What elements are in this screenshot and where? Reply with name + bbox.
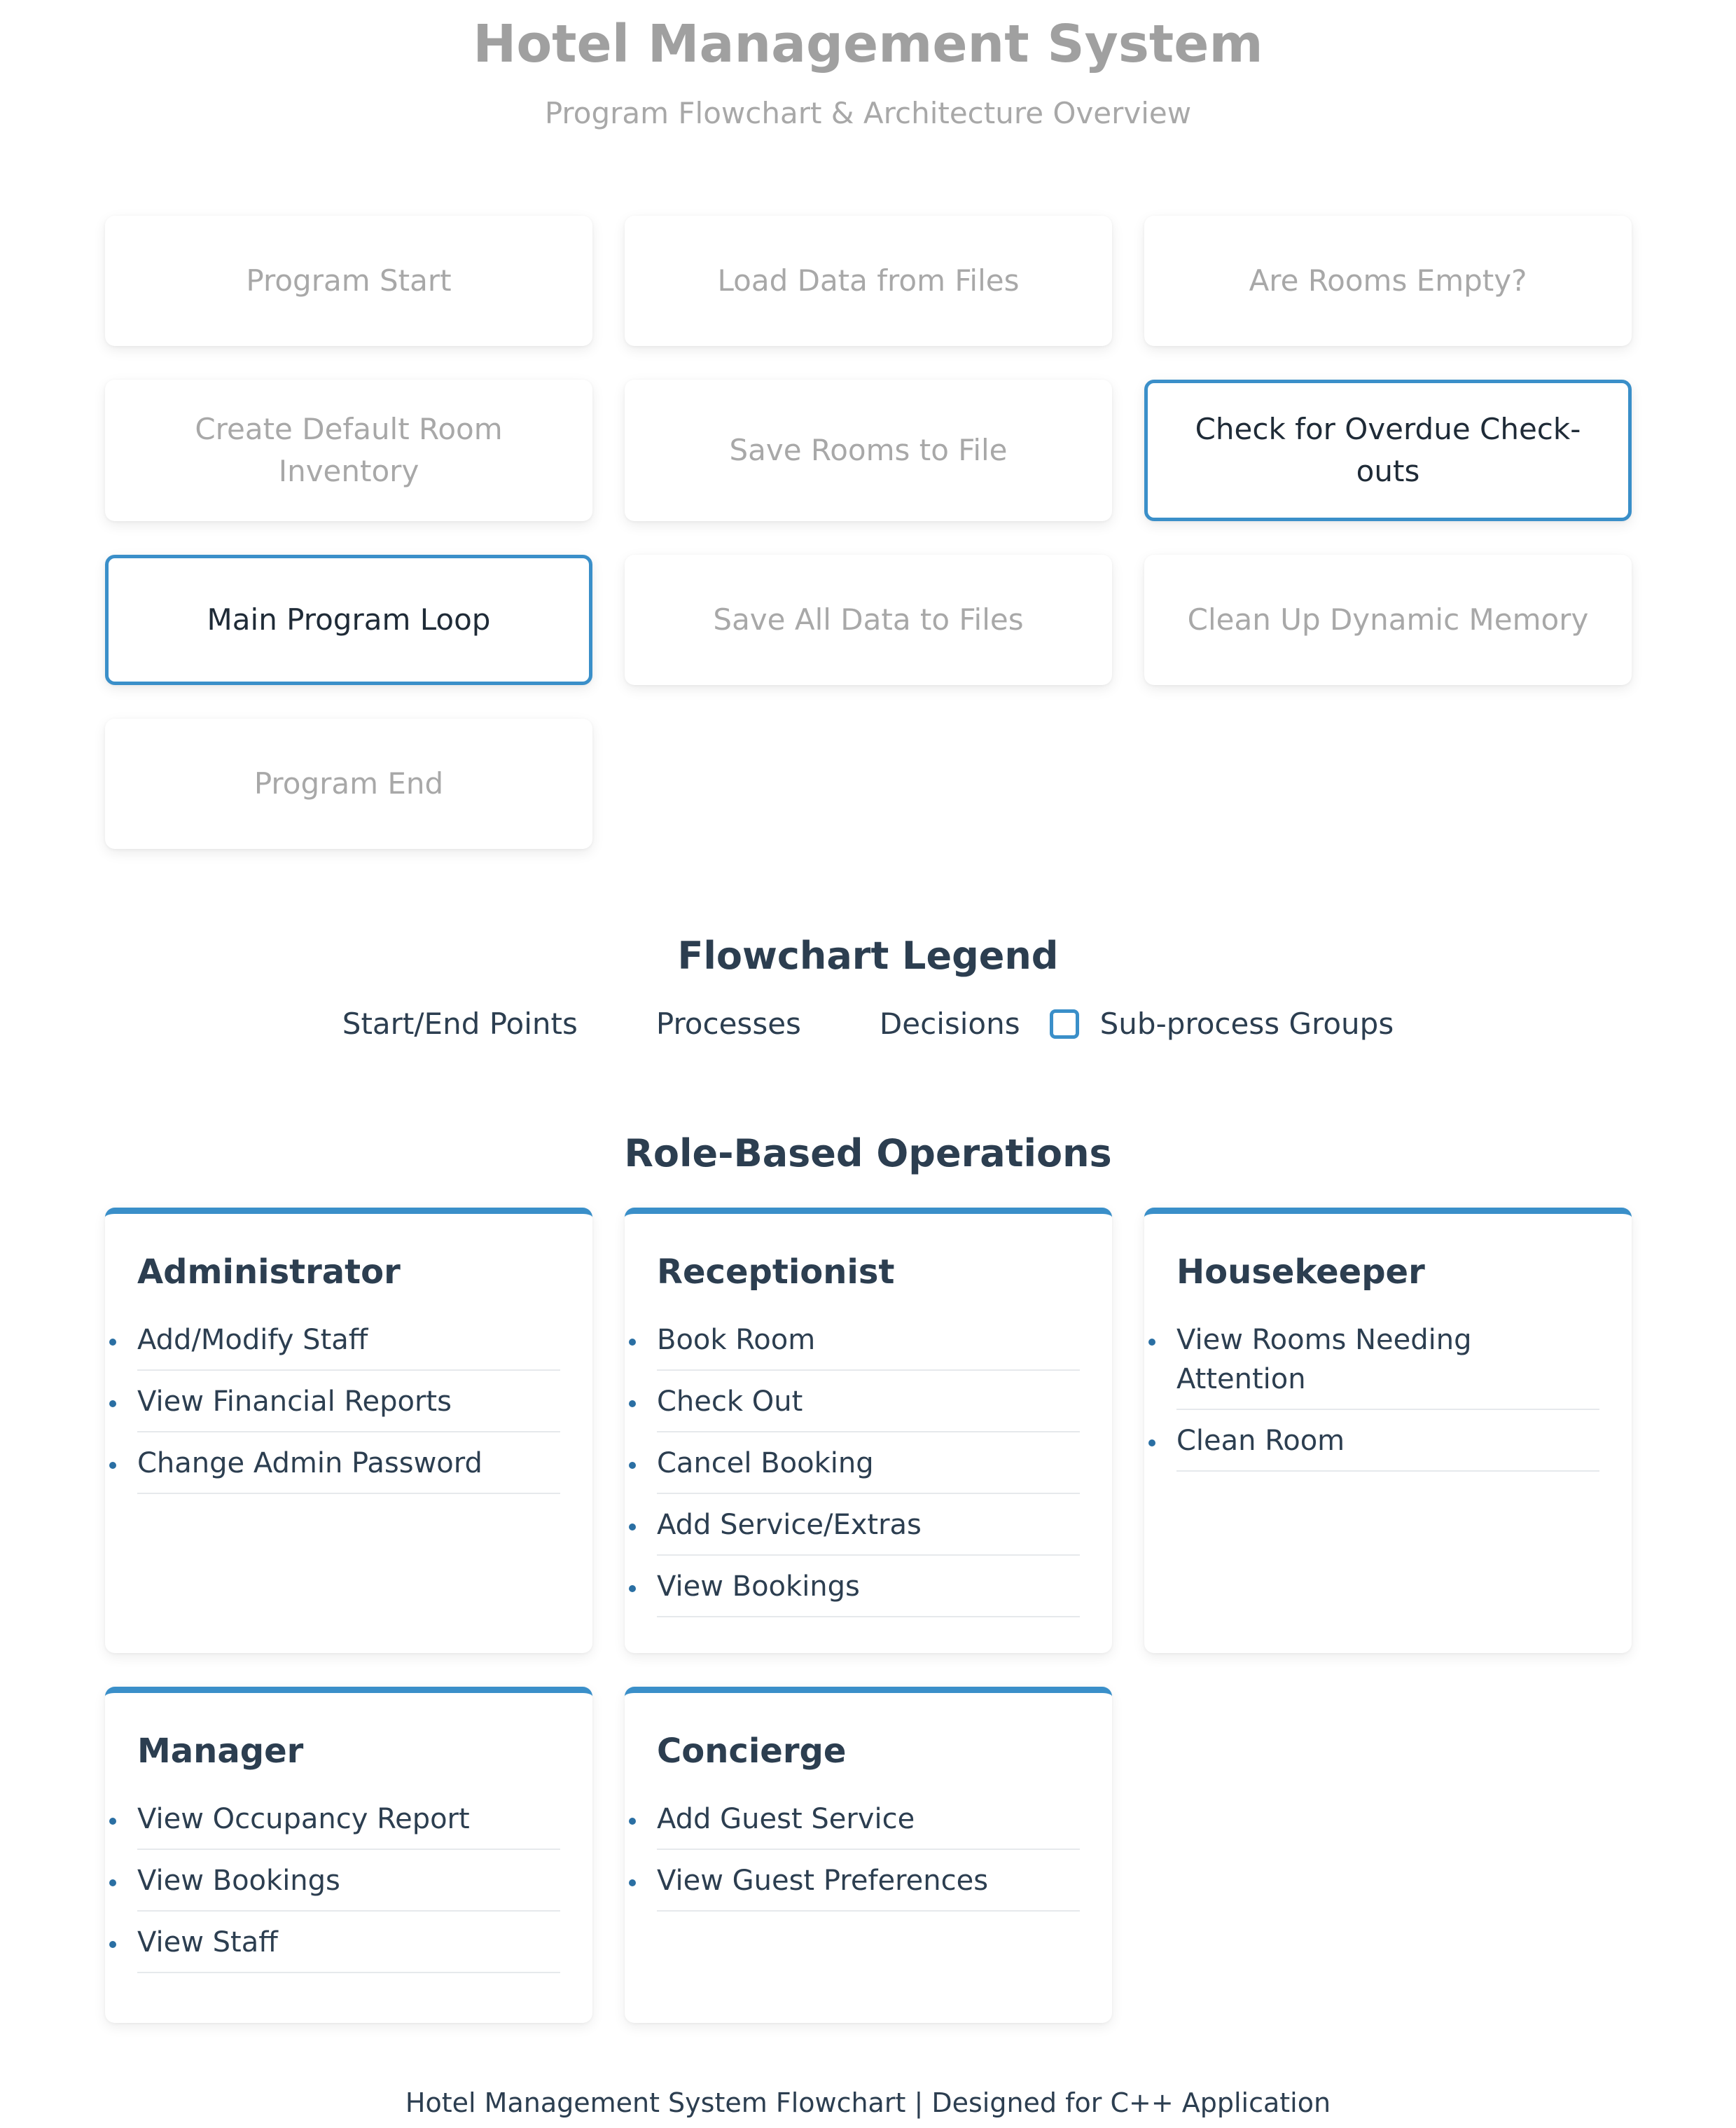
legend-decisions: Decisions — [880, 1003, 1020, 1045]
role-name: Receptionist — [657, 1252, 895, 1292]
list-item: Clean Room — [1148, 1410, 1599, 1472]
role-card-concierge: Concierge Add Guest Service View Guest P… — [625, 1687, 1112, 2023]
role-operations-list: Add/Modify Staff View Financial Reports … — [109, 1309, 560, 1494]
role-card-manager: Manager View Occupancy Report View Booki… — [105, 1687, 592, 2023]
page-subtitle: Program Flowchart & Architecture Overvie… — [544, 96, 1192, 130]
roles-grid: Administrator Add/Modify Staff View Fina… — [105, 1208, 1632, 2023]
list-item: View Guest Preferences — [629, 1850, 1080, 1912]
list-item: Check Out — [629, 1371, 1080, 1432]
legend: Start/End Points Processes Decisions Sub… — [0, 1003, 1736, 1045]
flow-node-load-data: Load Data from Files — [625, 216, 1112, 346]
flow-node-rooms-empty-decision: Are Rooms Empty? — [1144, 216, 1632, 346]
page-footer: Hotel Management System Flowchart | Desi… — [405, 2087, 1331, 2118]
role-card-receptionist: Receptionist Book Room Check Out Cancel … — [625, 1208, 1112, 1653]
list-item: Cancel Booking — [629, 1432, 1080, 1494]
list-item: View Rooms Needing Attention — [1148, 1309, 1599, 1410]
flow-node-check-overdue: Check for Overdue Check-outs — [1144, 380, 1632, 521]
flow-node-program-end: Program End — [105, 719, 592, 849]
page-title: Hotel Management System — [473, 14, 1263, 74]
role-card-housekeeper: Housekeeper View Rooms Needing Attention… — [1144, 1208, 1632, 1653]
list-item: View Bookings — [109, 1850, 560, 1912]
list-item: Book Room — [629, 1309, 1080, 1371]
role-name: Housekeeper — [1176, 1252, 1425, 1292]
legend-sub-process: Sub-process Groups — [1049, 1003, 1394, 1045]
legend-label: Sub-process Groups — [1099, 1007, 1394, 1041]
flow-node-main-loop: Main Program Loop — [105, 555, 592, 685]
list-item: View Occupancy Report — [109, 1788, 560, 1850]
list-item: Change Admin Password — [109, 1432, 560, 1494]
legend-title: Flowchart Legend — [677, 934, 1059, 978]
flowchart-grid: Program Start Load Data from Files Are R… — [105, 216, 1632, 849]
legend-start-end: Start/End Points — [342, 1003, 578, 1045]
list-item: Add Service/Extras — [629, 1494, 1080, 1556]
legend-label: Processes — [655, 1007, 801, 1041]
role-operations-list: Add Guest Service View Guest Preferences — [629, 1788, 1080, 1912]
flow-node-clean-up-memory: Clean Up Dynamic Memory — [1144, 555, 1632, 685]
legend-label: Decisions — [879, 1007, 1020, 1041]
role-operations-list: Book Room Check Out Cancel Booking Add S… — [629, 1309, 1080, 1617]
legend-processes: Processes — [656, 1003, 801, 1045]
flow-node-create-default-inventory: Create Default Room Inventory — [105, 380, 592, 521]
list-item: Add/Modify Staff — [109, 1309, 560, 1371]
list-item: View Bookings — [629, 1556, 1080, 1617]
flow-node-program-start: Program Start — [105, 216, 592, 346]
list-item: View Staff — [109, 1912, 560, 1973]
flow-node-save-rooms: Save Rooms to File — [625, 380, 1112, 521]
legend-label: Start/End Points — [342, 1007, 578, 1041]
role-name: Concierge — [657, 1732, 847, 1771]
roles-title: Role-Based Operations — [624, 1131, 1112, 1175]
flow-node-save-all-data: Save All Data to Files — [625, 555, 1112, 685]
page-header: Hotel Management System Program Flowchar… — [0, 13, 1736, 132]
role-name: Manager — [137, 1732, 304, 1771]
role-operations-list: View Rooms Needing Attention Clean Room — [1148, 1309, 1599, 1472]
role-operations-list: View Occupancy Report View Bookings View… — [109, 1788, 560, 1973]
role-card-administrator: Administrator Add/Modify Staff View Fina… — [105, 1208, 592, 1653]
list-item: Add Guest Service — [629, 1788, 1080, 1850]
list-item: View Financial Reports — [109, 1371, 560, 1432]
square-outline-icon — [1049, 1009, 1079, 1039]
role-name: Administrator — [137, 1252, 401, 1292]
